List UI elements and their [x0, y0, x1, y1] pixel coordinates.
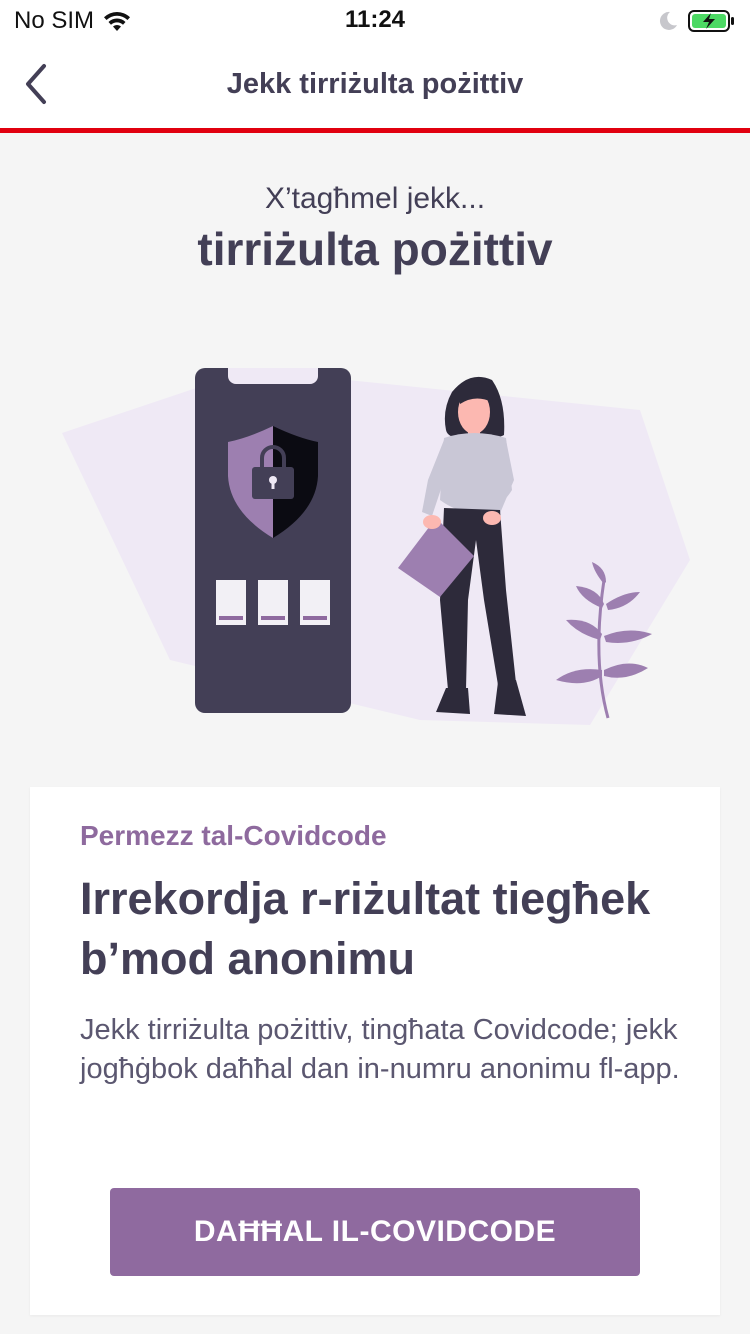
- hero-title: tirriżulta pożittiv: [197, 223, 553, 275]
- battery-charging-icon: [688, 10, 734, 32]
- moon-icon: [659, 11, 677, 30]
- card-body: Jekk tirriżulta pożittiv, tingħata Covid…: [80, 1014, 680, 1085]
- status-right: [658, 7, 736, 35]
- page-title: Jekk tirriżulta pożittiv: [226, 68, 524, 100]
- hero-subtitle: X’tagħmel jekk...: [264, 182, 486, 215]
- covidcode-card: Permezz tal-Covidcode Irrekordja r-riżul…: [30, 787, 720, 1315]
- phone-icon: [195, 368, 351, 713]
- status-time: 11:24: [344, 6, 406, 33]
- enter-covidcode-button[interactable]: DAĦĦAL IL-COVIDCODE: [110, 1188, 640, 1276]
- code-boxes: [216, 580, 330, 625]
- card-heading: Irrekordja r-riżultat tiegħek b’mod anon…: [80, 873, 651, 984]
- status-bar: No SIM 11:24: [0, 0, 750, 42]
- navigation-bar: Jekk tirriżulta pożittiv: [0, 42, 750, 128]
- nav-accent-line: [0, 128, 750, 133]
- phone-shield-illustration: [62, 368, 690, 725]
- card-eyebrow: Permezz tal-Covidcode: [80, 820, 387, 851]
